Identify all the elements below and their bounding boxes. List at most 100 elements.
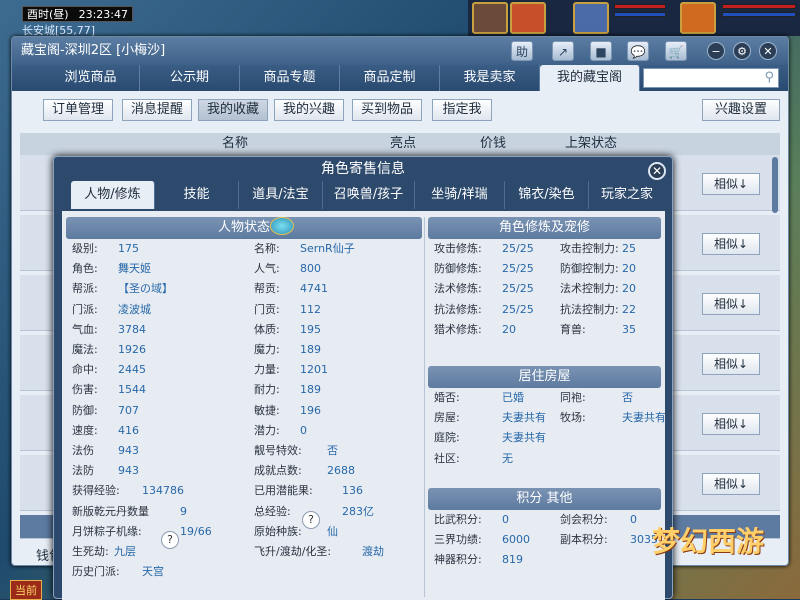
stat-value: SernR仙子 (300, 242, 355, 255)
mp-bar (722, 12, 796, 17)
settings-gear-icon[interactable]: ⚙ (733, 42, 751, 60)
stat-value: 136 (342, 484, 363, 498)
stat-label: 人气: (254, 262, 280, 276)
tab-player-home[interactable]: 玩家之家 (589, 181, 665, 209)
stat-value: 4741 (300, 282, 328, 296)
similar-button[interactable]: 相似↓ (702, 173, 760, 195)
cultivation-label: 猎术修炼: (434, 322, 482, 336)
stat-value: 2688 (327, 464, 355, 478)
stop-icon[interactable]: ■ (590, 41, 612, 61)
tab-custom[interactable]: 商品定制 (340, 65, 440, 91)
clock-time: 23:23:47 (78, 8, 128, 21)
help-question-icon[interactable]: ? (302, 511, 320, 529)
order-management-button[interactable]: 订单管理 (43, 99, 113, 121)
stat-label: 获得经验: (72, 484, 120, 498)
points-label: 剑会积分: (560, 513, 608, 526)
cultivation-value: 22 (622, 302, 636, 316)
points-value: 819 (502, 553, 523, 567)
tab-browse[interactable]: 浏览商品 (42, 65, 140, 91)
close-button[interactable]: ✕ (759, 42, 777, 60)
stat-label: 成就点数: (254, 464, 302, 478)
stat-label: 潜力: (254, 423, 280, 437)
section-header-points: 积分 其他 (428, 488, 661, 510)
stat-value: 天宫 (142, 565, 164, 579)
assigned-to-me-button[interactable]: 指定我 (432, 99, 492, 121)
orb-icon (270, 217, 294, 235)
tab-public[interactable]: 公示期 (140, 65, 240, 91)
help-question-icon[interactable]: ? (161, 531, 179, 549)
game-clock: 酉时(昼) 23:23:47 (22, 6, 133, 22)
table-header: 名称 亮点 价钱 上架状态 (20, 133, 780, 155)
dialog-content: 人物状态 ? ? 角色修炼及宠修 居住房屋 积分 其他 级别: 175 角色: 舞天姬… (62, 211, 666, 600)
search-icon[interactable]: ⚲ (764, 70, 774, 85)
pet-portrait[interactable] (680, 2, 716, 34)
stat-value: 渡劫 (362, 545, 384, 558)
tab-skills[interactable]: 技能 (155, 181, 239, 209)
tab-topics[interactable]: 商品专题 (240, 65, 340, 91)
my-interests-button[interactable]: 我的兴趣 (274, 99, 344, 121)
similar-button[interactable]: 相似↓ (702, 473, 760, 495)
similar-button[interactable]: 相似↓ (702, 293, 760, 315)
stat-value: 1544 (118, 383, 146, 397)
cultivation-label: 抗法控制力: (560, 302, 619, 316)
share-icon[interactable]: ↗ (552, 41, 574, 61)
cultivation-value: 35 (622, 322, 636, 336)
stat-label: 力量: (254, 363, 280, 377)
interest-settings-button[interactable]: 兴趣设置 (702, 99, 780, 121)
points-label: 神器积分: (434, 553, 482, 567)
house-value: 夫妻共有 (622, 411, 666, 425)
stat-value: 175 (118, 242, 139, 255)
stat-value: 196 (300, 403, 321, 417)
tab-my-pavilion[interactable]: 我的藏宝阁 (540, 65, 640, 91)
tab-outfits[interactable]: 锦衣/染色 (505, 181, 589, 209)
house-label: 婚否: (434, 391, 460, 404)
hp-bar (722, 4, 796, 9)
stat-label: 生死劫: (72, 545, 109, 558)
party-portrait[interactable] (472, 2, 508, 34)
similar-button[interactable]: 相似↓ (702, 233, 760, 255)
stat-value: 9 (180, 504, 187, 518)
similar-button[interactable]: 相似↓ (702, 413, 760, 435)
stat-label: 帮派: (72, 282, 98, 296)
help-button[interactable]: 助 (511, 41, 533, 61)
points-value: 0 (502, 513, 509, 526)
cultivation-label: 攻击控制力: (560, 242, 619, 255)
stat-label: 级别: (72, 242, 98, 255)
stat-label: 防御: (72, 403, 98, 417)
party-portrait[interactable] (573, 2, 609, 34)
pet-portrait[interactable] (510, 2, 546, 34)
stat-label: 角色: (72, 262, 98, 276)
stat-label: 气血: (72, 322, 98, 336)
stat-value: 283亿 (342, 504, 374, 518)
stat-value: 195 (300, 322, 321, 336)
cultivation-value: 25/25 (502, 262, 534, 276)
message-reminder-button[interactable]: 消息提醒 (122, 99, 192, 121)
game-logo: 梦幻西游 (652, 525, 765, 558)
similar-button[interactable]: 相似↓ (702, 353, 760, 375)
current-channel-label[interactable]: 当前 (10, 580, 42, 600)
my-favorites-button[interactable]: 我的收藏 (198, 99, 268, 121)
scrollbar[interactable] (772, 157, 778, 213)
stat-value: 112 (300, 302, 321, 316)
chat-icon[interactable]: 💬 (627, 41, 649, 61)
cart-icon[interactable]: 🛒 (665, 41, 687, 61)
tab-seller[interactable]: 我是卖家 (440, 65, 540, 91)
tab-pets[interactable]: 召唤兽/孩子 (323, 181, 415, 209)
dialog-close-button[interactable]: ✕ (648, 162, 666, 180)
points-label: 比武积分: (434, 513, 482, 526)
tab-mounts[interactable]: 坐骑/祥瑞 (415, 181, 505, 209)
minimize-button[interactable]: − (707, 42, 725, 60)
search-input[interactable]: ⚲ (643, 68, 779, 88)
stat-value: 凌波城 (118, 302, 151, 316)
cultivation-label: 育兽: (560, 322, 586, 336)
house-value: 夫妻共有 (502, 431, 546, 445)
party-bar (468, 0, 800, 36)
tab-items[interactable]: 道具/法宝 (239, 181, 323, 209)
cultivation-value: 25/25 (502, 242, 534, 255)
purchased-items-button[interactable]: 买到物品 (352, 99, 422, 121)
mp-bar (614, 12, 666, 17)
house-value: 夫妻共有 (502, 411, 546, 425)
stat-label: 原始种族: (254, 524, 302, 538)
tab-character[interactable]: 人物/修炼 (71, 181, 155, 209)
stat-value: 1201 (300, 363, 328, 377)
